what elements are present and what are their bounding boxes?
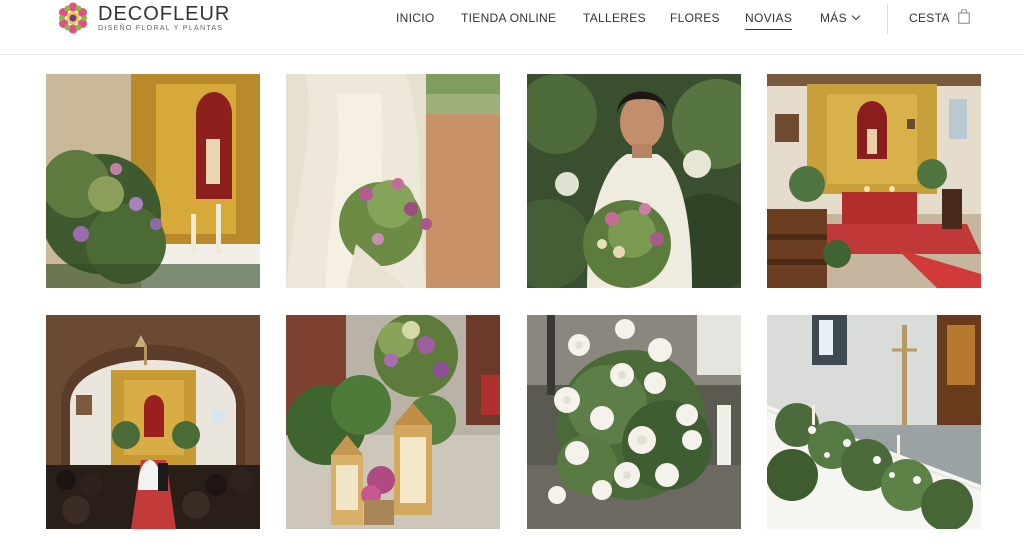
chevron-down-icon: [851, 11, 861, 21]
gallery-tile-wedding-ceremony-church[interactable]: [46, 315, 260, 529]
brand-tagline: DISEÑO FLORAL Y PLANTAS: [98, 25, 224, 32]
gallery-tile-lanterns-plant-decor[interactable]: [286, 315, 500, 529]
cart-link[interactable]: CESTA: [909, 11, 950, 25]
nav-item-mas-label: MÁS: [820, 11, 847, 25]
bride-smiling-photo: [527, 74, 741, 288]
site-header: DECOFLEUR DISEÑO FLORAL Y PLANTAS INICIO…: [0, 0, 1024, 55]
nav-item-novias[interactable]: NOVIAS: [745, 11, 793, 30]
nav-item-tienda-online[interactable]: TIENDA ONLINE: [461, 11, 556, 25]
flower-logo-icon: [59, 2, 87, 34]
nav-item-talleres[interactable]: TALLERES: [583, 11, 646, 25]
lanterns-decor-photo: [286, 315, 500, 529]
gallery-tile-church-interior-altar[interactable]: [767, 74, 981, 288]
nav-item-mas[interactable]: MÁS: [820, 11, 861, 25]
gallery-tile-bride-bouquet-vintage-dress[interactable]: [286, 74, 500, 288]
white-roses-photo: [527, 315, 741, 529]
gallery-tile-white-roses-arrangement[interactable]: [527, 315, 741, 529]
brand-logo[interactable]: DECOFLEUR DISEÑO FLORAL Y PLANTAS: [57, 2, 230, 34]
altar-floral-photo: [46, 74, 260, 288]
nav-divider: [887, 4, 888, 34]
brand-name: DECOFLEUR: [98, 3, 231, 25]
wedding-ceremony-photo: [46, 315, 260, 529]
bride-bouquet-photo: [286, 74, 500, 288]
nav-item-flores[interactable]: FLORES: [670, 11, 720, 25]
gallery-tile-altar-floral-arrangement[interactable]: [46, 74, 260, 288]
gallery-tile-bride-smiling-bouquet[interactable]: [527, 74, 741, 288]
gallery-tile-table-garland-church[interactable]: [767, 315, 981, 529]
nav-item-inicio[interactable]: INICIO: [396, 11, 434, 25]
table-garland-photo: [767, 315, 981, 529]
shopping-bag-icon[interactable]: [958, 9, 970, 24]
church-interior-photo: [767, 74, 981, 288]
